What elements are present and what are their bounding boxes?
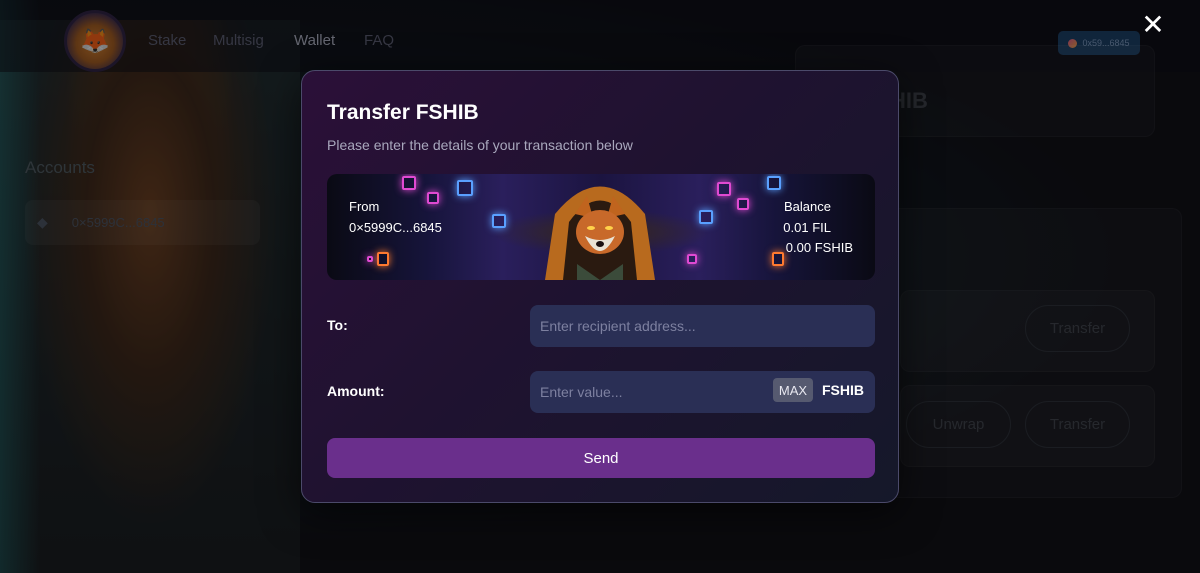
recipient-address-input[interactable] [530, 305, 875, 347]
neon-square [717, 182, 731, 196]
neon-square [687, 254, 697, 264]
amount-unit: FSHIB [822, 382, 864, 398]
neon-square [402, 176, 416, 190]
modal-subtitle: Please enter the details of your transac… [327, 137, 633, 153]
neon-square [767, 176, 781, 190]
neon-square [427, 192, 439, 204]
neon-square [699, 210, 713, 224]
modal-title: Transfer FSHIB [327, 101, 479, 124]
neon-square [737, 198, 749, 210]
balance-fshib: 0.00 FSHIB [785, 240, 853, 255]
hooded-fox-illustration [545, 186, 655, 280]
transfer-modal: Transfer FSHIB Please enter the details … [301, 70, 899, 503]
neon-square [492, 214, 506, 228]
neon-square [457, 180, 473, 196]
from-address: 0×5999C...6845 [349, 220, 442, 235]
neon-square [377, 252, 389, 266]
from-label: From [349, 199, 380, 214]
close-icon[interactable]: ✕ [1140, 11, 1166, 39]
balance-banner: From 0×5999C...6845 Balance 0.01 FIL 0.0… [327, 174, 875, 280]
neon-square [367, 256, 373, 262]
send-button[interactable]: Send [327, 438, 875, 478]
balance-label: Balance [784, 199, 831, 214]
balance-fil: 0.01 FIL [783, 220, 831, 235]
neon-square [772, 252, 784, 266]
amount-label: Amount: [327, 383, 385, 399]
to-label: To: [327, 317, 348, 333]
max-button[interactable]: MAX [773, 378, 813, 402]
